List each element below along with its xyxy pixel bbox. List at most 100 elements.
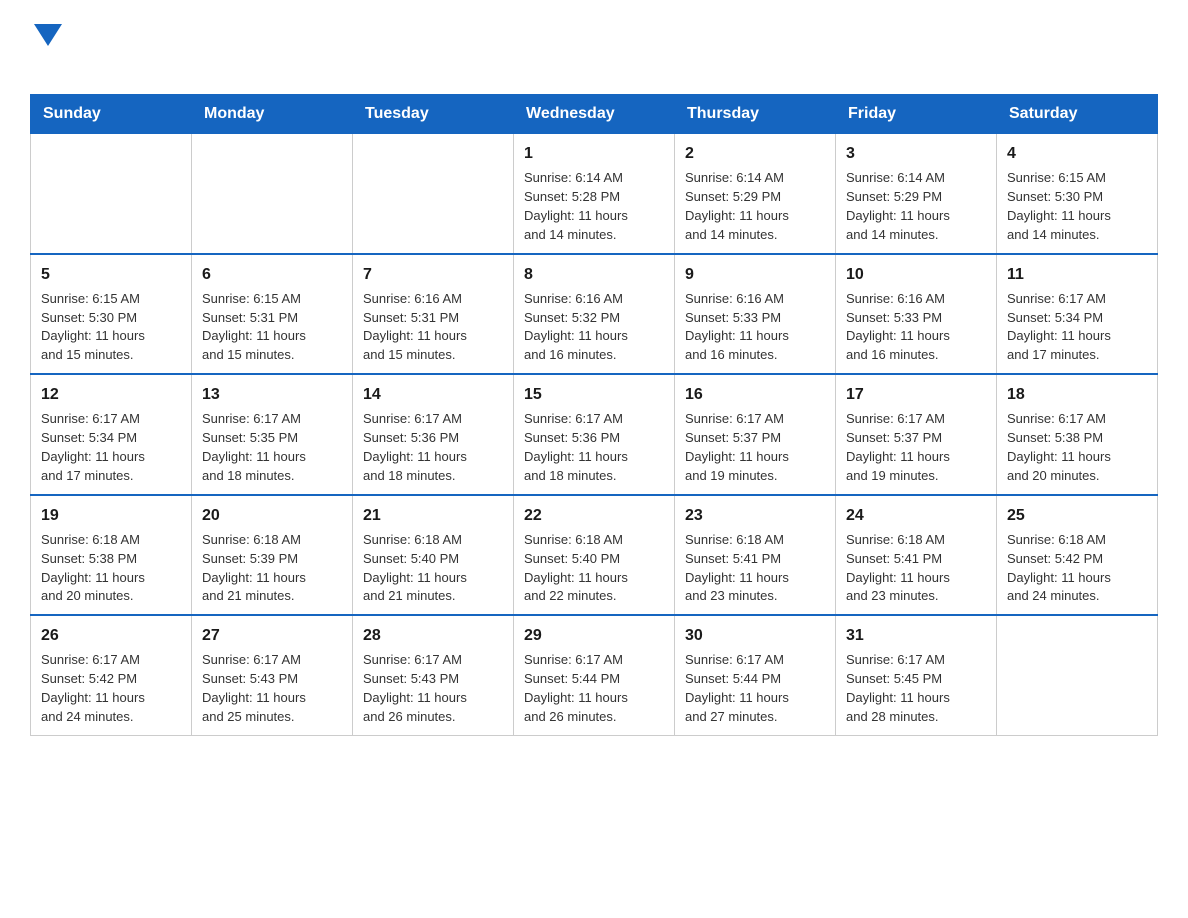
day-info: Sunset: 5:29 PM: [685, 188, 825, 207]
day-info: Daylight: 11 hours: [524, 569, 664, 588]
day-info: Sunrise: 6:17 AM: [363, 651, 503, 670]
day-number: 15: [524, 383, 664, 406]
calendar-week-row: 12Sunrise: 6:17 AMSunset: 5:34 PMDayligh…: [31, 374, 1158, 495]
calendar-header-row: SundayMondayTuesdayWednesdayThursdayFrid…: [31, 95, 1158, 134]
calendar-cell: 2Sunrise: 6:14 AMSunset: 5:29 PMDaylight…: [675, 134, 836, 254]
day-info: Daylight: 11 hours: [846, 569, 986, 588]
day-info: Sunrise: 6:18 AM: [685, 531, 825, 550]
calendar-cell: 7Sunrise: 6:16 AMSunset: 5:31 PMDaylight…: [353, 254, 514, 375]
day-info: Daylight: 11 hours: [846, 327, 986, 346]
day-info: Sunset: 5:40 PM: [524, 550, 664, 569]
day-info: Sunrise: 6:18 AM: [846, 531, 986, 550]
day-info: Sunrise: 6:18 AM: [524, 531, 664, 550]
day-number: 27: [202, 624, 342, 647]
day-info: Sunrise: 6:16 AM: [846, 290, 986, 309]
day-info: Sunset: 5:34 PM: [1007, 309, 1147, 328]
page-header: [30, 20, 1158, 76]
day-number: 28: [363, 624, 503, 647]
day-info: Sunset: 5:39 PM: [202, 550, 342, 569]
calendar-header-friday: Friday: [836, 95, 997, 134]
day-info: and 14 minutes.: [524, 226, 664, 245]
day-info: and 20 minutes.: [41, 587, 181, 606]
day-info: and 23 minutes.: [685, 587, 825, 606]
calendar-cell: 29Sunrise: 6:17 AMSunset: 5:44 PMDayligh…: [514, 615, 675, 735]
day-info: Sunrise: 6:16 AM: [524, 290, 664, 309]
day-info: Daylight: 11 hours: [846, 207, 986, 226]
calendar-cell: 23Sunrise: 6:18 AMSunset: 5:41 PMDayligh…: [675, 495, 836, 616]
day-info: Sunrise: 6:17 AM: [1007, 290, 1147, 309]
day-info: Daylight: 11 hours: [202, 569, 342, 588]
day-info: and 15 minutes.: [363, 346, 503, 365]
day-info: and 26 minutes.: [363, 708, 503, 727]
day-info: Sunset: 5:41 PM: [685, 550, 825, 569]
day-info: Sunset: 5:31 PM: [202, 309, 342, 328]
calendar-week-row: 26Sunrise: 6:17 AMSunset: 5:42 PMDayligh…: [31, 615, 1158, 735]
calendar-cell: 22Sunrise: 6:18 AMSunset: 5:40 PMDayligh…: [514, 495, 675, 616]
calendar-cell: 21Sunrise: 6:18 AMSunset: 5:40 PMDayligh…: [353, 495, 514, 616]
day-number: 10: [846, 263, 986, 286]
day-number: 23: [685, 504, 825, 527]
day-info: Daylight: 11 hours: [1007, 448, 1147, 467]
day-info: Daylight: 11 hours: [202, 327, 342, 346]
day-info: Sunrise: 6:17 AM: [524, 651, 664, 670]
day-number: 2: [685, 142, 825, 165]
calendar-cell: 6Sunrise: 6:15 AMSunset: 5:31 PMDaylight…: [192, 254, 353, 375]
calendar-cell: 13Sunrise: 6:17 AMSunset: 5:35 PMDayligh…: [192, 374, 353, 495]
day-info: Daylight: 11 hours: [685, 689, 825, 708]
calendar-cell: 25Sunrise: 6:18 AMSunset: 5:42 PMDayligh…: [997, 495, 1158, 616]
calendar-week-row: 5Sunrise: 6:15 AMSunset: 5:30 PMDaylight…: [31, 254, 1158, 375]
calendar-week-row: 19Sunrise: 6:18 AMSunset: 5:38 PMDayligh…: [31, 495, 1158, 616]
day-number: 8: [524, 263, 664, 286]
calendar-cell: 8Sunrise: 6:16 AMSunset: 5:32 PMDaylight…: [514, 254, 675, 375]
day-info: Daylight: 11 hours: [363, 327, 503, 346]
day-info: and 24 minutes.: [41, 708, 181, 727]
day-info: Daylight: 11 hours: [685, 448, 825, 467]
calendar-cell: 20 Sunrise: 6:18 AMSunset: 5:39 PMDayligh…: [192, 495, 353, 616]
day-number: 20: [202, 504, 342, 527]
day-info: Sunset: 5:31 PM: [363, 309, 503, 328]
day-info: Sunrise: 6:17 AM: [202, 651, 342, 670]
day-number: 14: [363, 383, 503, 406]
day-number: 11: [1007, 263, 1147, 286]
day-info: Sunrise: 6:17 AM: [685, 410, 825, 429]
day-number: 6: [202, 263, 342, 286]
day-info: Daylight: 11 hours: [685, 327, 825, 346]
day-number: 25: [1007, 504, 1147, 527]
day-info: Sunrise: 6:18 AM: [202, 531, 342, 550]
calendar-cell: [31, 134, 192, 254]
day-info: and 27 minutes.: [685, 708, 825, 727]
day-info: Sunset: 5:38 PM: [1007, 429, 1147, 448]
calendar-cell: 10Sunrise: 6:16 AMSunset: 5:33 PMDayligh…: [836, 254, 997, 375]
day-info: Daylight: 11 hours: [524, 207, 664, 226]
day-info: Daylight: 11 hours: [524, 689, 664, 708]
day-info: Sunset: 5:32 PM: [524, 309, 664, 328]
day-info: Sunset: 5:34 PM: [41, 429, 181, 448]
day-info: Sunset: 5:44 PM: [524, 670, 664, 689]
day-info: and 18 minutes.: [363, 467, 503, 486]
day-info: Sunrise: 6:17 AM: [685, 651, 825, 670]
day-number: 17: [846, 383, 986, 406]
day-info: and 18 minutes.: [524, 467, 664, 486]
day-info: Sunrise: 6:16 AM: [685, 290, 825, 309]
day-info: and 19 minutes.: [685, 467, 825, 486]
day-info: Daylight: 11 hours: [524, 448, 664, 467]
day-info: Sunrise: 6:14 AM: [524, 169, 664, 188]
calendar-cell: 4Sunrise: 6:15 AMSunset: 5:30 PMDaylight…: [997, 134, 1158, 254]
calendar-cell: 16Sunrise: 6:17 AMSunset: 5:37 PMDayligh…: [675, 374, 836, 495]
calendar-cell: 3Sunrise: 6:14 AMSunset: 5:29 PMDaylight…: [836, 134, 997, 254]
calendar-header-tuesday: Tuesday: [353, 95, 514, 134]
day-info: Daylight: 11 hours: [846, 689, 986, 708]
calendar-cell: 9Sunrise: 6:16 AMSunset: 5:33 PMDaylight…: [675, 254, 836, 375]
day-info: and 16 minutes.: [685, 346, 825, 365]
day-info: Sunrise: 6:18 AM: [41, 531, 181, 550]
calendar-header-wednesday: Wednesday: [514, 95, 675, 134]
day-info: Sunrise: 6:16 AM: [363, 290, 503, 309]
day-info: and 17 minutes.: [1007, 346, 1147, 365]
calendar-cell: 17Sunrise: 6:17 AMSunset: 5:37 PMDayligh…: [836, 374, 997, 495]
day-number: 1: [524, 142, 664, 165]
day-number: 5: [41, 263, 181, 286]
calendar-cell: 15Sunrise: 6:17 AMSunset: 5:36 PMDayligh…: [514, 374, 675, 495]
day-number: 30: [685, 624, 825, 647]
logo-triangle-icon: [34, 24, 62, 46]
day-info: Daylight: 11 hours: [41, 689, 181, 708]
